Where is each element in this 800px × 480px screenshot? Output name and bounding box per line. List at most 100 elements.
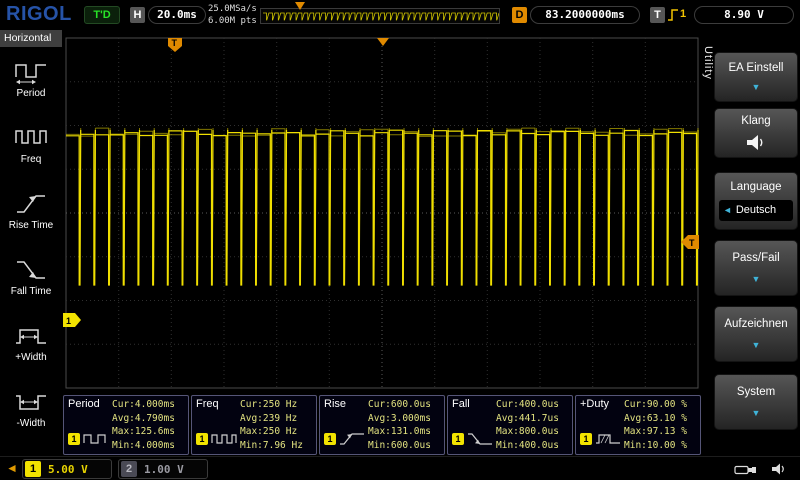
measurement-source: 1	[68, 431, 109, 447]
fall-time-icon	[13, 256, 49, 284]
measurement-min: Min:600.0us	[368, 439, 442, 453]
softkey-klang[interactable]: Klang	[714, 108, 798, 158]
channel-badge: 1	[196, 433, 208, 445]
measurement-source: 1	[196, 431, 237, 447]
measurement-values: Cur:90.00 % Avg:63.10 % Max:97.13 % Min:…	[624, 398, 698, 452]
measurement-name: +Duty	[580, 398, 609, 410]
measurement-max: Max:131.0ms	[368, 425, 442, 439]
softkey-label: Aufzeichnen	[724, 318, 787, 330]
delay-position-marker-icon	[377, 38, 389, 46]
measurement-avg: Avg:239 Hz	[240, 412, 314, 426]
channel-1-ground-marker: 1	[63, 313, 81, 327]
measure-menu: Horizontal Period Freq Rise Time	[0, 30, 62, 456]
softkey-label: Language	[730, 181, 781, 193]
period-icon	[13, 58, 49, 86]
trigger-badge: T	[650, 7, 665, 23]
period-icon	[83, 431, 109, 447]
menu-item-freq[interactable]: Freq	[0, 116, 62, 180]
measurement-source: 1	[580, 431, 621, 447]
softkey-label: Klang	[741, 115, 770, 127]
menu-item-rise-time[interactable]: Rise Time	[0, 182, 62, 246]
trigger-level-readout: 8.90 V	[694, 6, 794, 24]
channel-1-status[interactable]: 1 5.00 V	[22, 459, 112, 479]
speaker-icon	[771, 462, 788, 476]
svg-text:1: 1	[66, 316, 71, 326]
oscilloscope-screen: RIGOL T'D H 20.0ms 25.0MSa/s 6.00M pts D…	[0, 0, 800, 480]
chevron-down-icon: ▼	[752, 341, 761, 350]
freq-icon	[13, 124, 49, 152]
softkey-ea-einstell[interactable]: EA Einstell ▼	[714, 52, 798, 102]
measurement-min: Min:400.0us	[496, 439, 570, 453]
measurement-max: Max:125.6ms	[112, 425, 186, 439]
channel-2-badge: 2	[121, 461, 137, 477]
channel-1-badge: 1	[25, 461, 41, 477]
window-position-marker-icon	[295, 2, 305, 10]
measurement-source: 1	[324, 431, 365, 447]
measurement-name: Rise	[324, 398, 346, 410]
channel-1-scale: 5.00 V	[48, 463, 88, 476]
menu-item-period[interactable]: Period	[0, 50, 62, 114]
softkey-label: System	[737, 386, 775, 398]
language-selector[interactable]: ◄ Deutsch	[719, 200, 793, 221]
menu-item-label: Rise Time	[0, 220, 62, 231]
minus-width-icon	[13, 388, 49, 416]
measurement-cur: Cur:600.0us	[368, 398, 442, 412]
menu-item-plus-width[interactable]: +Width	[0, 314, 62, 378]
rise-time-icon	[13, 190, 49, 218]
waveform-display: T 1 T	[62, 30, 702, 394]
measurement-cur: Cur:90.00 %	[624, 398, 698, 412]
channel-2-scale: 1.00 V	[144, 463, 184, 476]
measurement-min: Min:4.000ms	[112, 439, 186, 453]
menu-item-label: Freq	[0, 154, 62, 165]
menu-item-fall-time[interactable]: Fall Time	[0, 248, 62, 312]
measure-menu-title: Horizontal	[0, 30, 62, 47]
softkey-label: Pass/Fail	[732, 252, 779, 264]
acquisition-info: 25.0MSa/s 6.00M pts	[208, 3, 257, 27]
measurement-rise: Rise 1 Cur:600.0us Avg:3.000ms Max:131.0…	[319, 395, 445, 455]
language-value: Deutsch	[736, 204, 776, 216]
softkey-label: EA Einstell	[729, 62, 784, 74]
measurement-values: Cur:400.0us Avg:441.7us Max:800.0us Min:…	[496, 398, 570, 452]
svg-text:T: T	[689, 238, 695, 248]
graticule: T 1 T	[62, 30, 702, 394]
utility-menu-title: Utility	[702, 46, 714, 80]
usb-icon	[734, 464, 758, 476]
measurement-cur: Cur:400.0us	[496, 398, 570, 412]
measurement-name: Fall	[452, 398, 470, 410]
trigger-source: 1	[680, 8, 686, 20]
measurement-name: Period	[68, 398, 100, 410]
menu-item-label: Period	[0, 88, 62, 99]
waveform-overview-strip	[260, 8, 500, 24]
measurement-values: Cur:250 Hz Avg:239 Hz Max:250 Hz Min:7.9…	[240, 398, 314, 452]
menu-item-label: +Width	[0, 352, 62, 363]
rise-time-icon	[339, 431, 365, 447]
measurement-min: Min:10.00 %	[624, 439, 698, 453]
trigger-level-marker: T	[681, 235, 699, 249]
menu-item-label: -Width	[0, 418, 62, 429]
menu-item-minus-width[interactable]: -Width	[0, 380, 62, 444]
channel-badge: 1	[580, 433, 592, 445]
measurement-values: Cur:600.0us Avg:3.000ms Max:131.0ms Min:…	[368, 398, 442, 452]
measurement-max: Max:800.0us	[496, 425, 570, 439]
channel-badge: 1	[324, 433, 336, 445]
horizontal-badge: H	[130, 7, 145, 23]
softkey-pass-fail[interactable]: Pass/Fail ▼	[714, 240, 798, 296]
menu-page-left-arrow-icon[interactable]: ◄	[6, 461, 18, 475]
top-status-bar: RIGOL T'D H 20.0ms 25.0MSa/s 6.00M pts D…	[0, 0, 800, 30]
freq-icon	[211, 431, 237, 447]
memory-depth: 6.00M pts	[208, 15, 257, 27]
measurement-plus-duty: +Duty 1 Cur:90.00 % Avg:63.10 % Max:97.1…	[575, 395, 701, 455]
softkey-language[interactable]: Language ◄ Deutsch	[714, 172, 798, 230]
measurement-cur: Cur:250 Hz	[240, 398, 314, 412]
sample-rate: 25.0MSa/s	[208, 3, 257, 15]
timebase-readout: 20.0ms	[148, 6, 206, 24]
chevron-down-icon: ▼	[752, 409, 761, 418]
measurement-source: 1	[452, 431, 493, 447]
softkey-system[interactable]: System ▼	[714, 374, 798, 430]
channel-2-status[interactable]: 2 1.00 V	[118, 459, 208, 479]
chevron-down-icon: ▼	[752, 83, 761, 92]
measurement-cur: Cur:4.000ms	[112, 398, 186, 412]
channel-badge: 1	[68, 433, 80, 445]
softkey-aufzeichnen[interactable]: Aufzeichnen ▼	[714, 306, 798, 362]
rigol-logo: RIGOL	[6, 3, 72, 26]
